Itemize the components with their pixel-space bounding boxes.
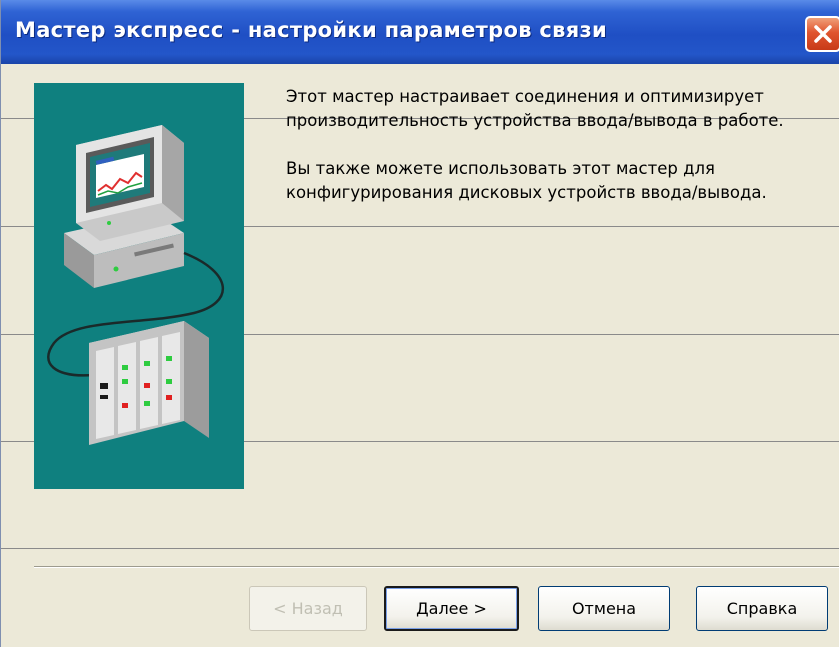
cancel-button[interactable]: Отмена — [538, 586, 670, 631]
back-button[interactable]: < Назад — [249, 586, 367, 631]
title-bar[interactable]: Мастер экспресс - настройки параметров с… — [1, 0, 839, 64]
close-icon — [814, 25, 832, 43]
description-paragraph-2: Вы также можете использовать этот мастер… — [286, 159, 767, 202]
next-button[interactable]: Далее > — [384, 586, 519, 631]
close-button[interactable] — [805, 16, 839, 52]
window-title: Мастер экспресс - настройки параметров с… — [15, 18, 608, 42]
wizard-banner-image — [34, 83, 244, 489]
wizard-description: Этот мастер настраивает соединения и опт… — [286, 85, 786, 229]
computer-io-device-illustration — [47, 125, 224, 445]
wizard-dialog: Мастер экспресс - настройки параметров с… — [0, 0, 839, 647]
scan-line — [1, 548, 839, 549]
footer-separator — [34, 566, 839, 568]
description-paragraph-1: Этот мастер настраивает соединения и опт… — [286, 87, 784, 130]
help-button[interactable]: Справка — [696, 586, 828, 631]
